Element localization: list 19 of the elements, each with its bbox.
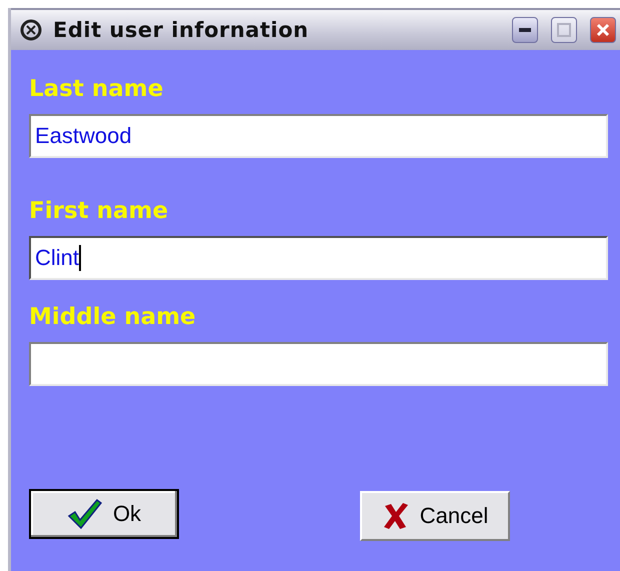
cross-icon	[382, 502, 410, 530]
minimize-button[interactable]	[512, 17, 538, 43]
text-cursor	[79, 245, 82, 271]
ok-button[interactable]: Ok	[29, 489, 179, 539]
maximize-button[interactable]	[551, 17, 577, 43]
cancel-button[interactable]: Cancel	[360, 491, 510, 541]
check-icon	[66, 498, 103, 530]
close-icon	[596, 23, 610, 37]
field-label: Middle name	[29, 304, 197, 330]
text-field[interactable]	[29, 342, 608, 386]
text-field[interactable]: Clint	[29, 236, 608, 280]
maximize-icon	[557, 23, 571, 37]
text-field[interactable]: Eastwood	[29, 114, 608, 158]
window-title: Edit user infornation	[53, 18, 310, 42]
field-label: First name	[29, 198, 170, 224]
minimize-icon	[519, 28, 531, 32]
app-icon	[19, 18, 43, 42]
close-button[interactable]	[590, 17, 616, 43]
field-label: Last name	[29, 76, 164, 102]
